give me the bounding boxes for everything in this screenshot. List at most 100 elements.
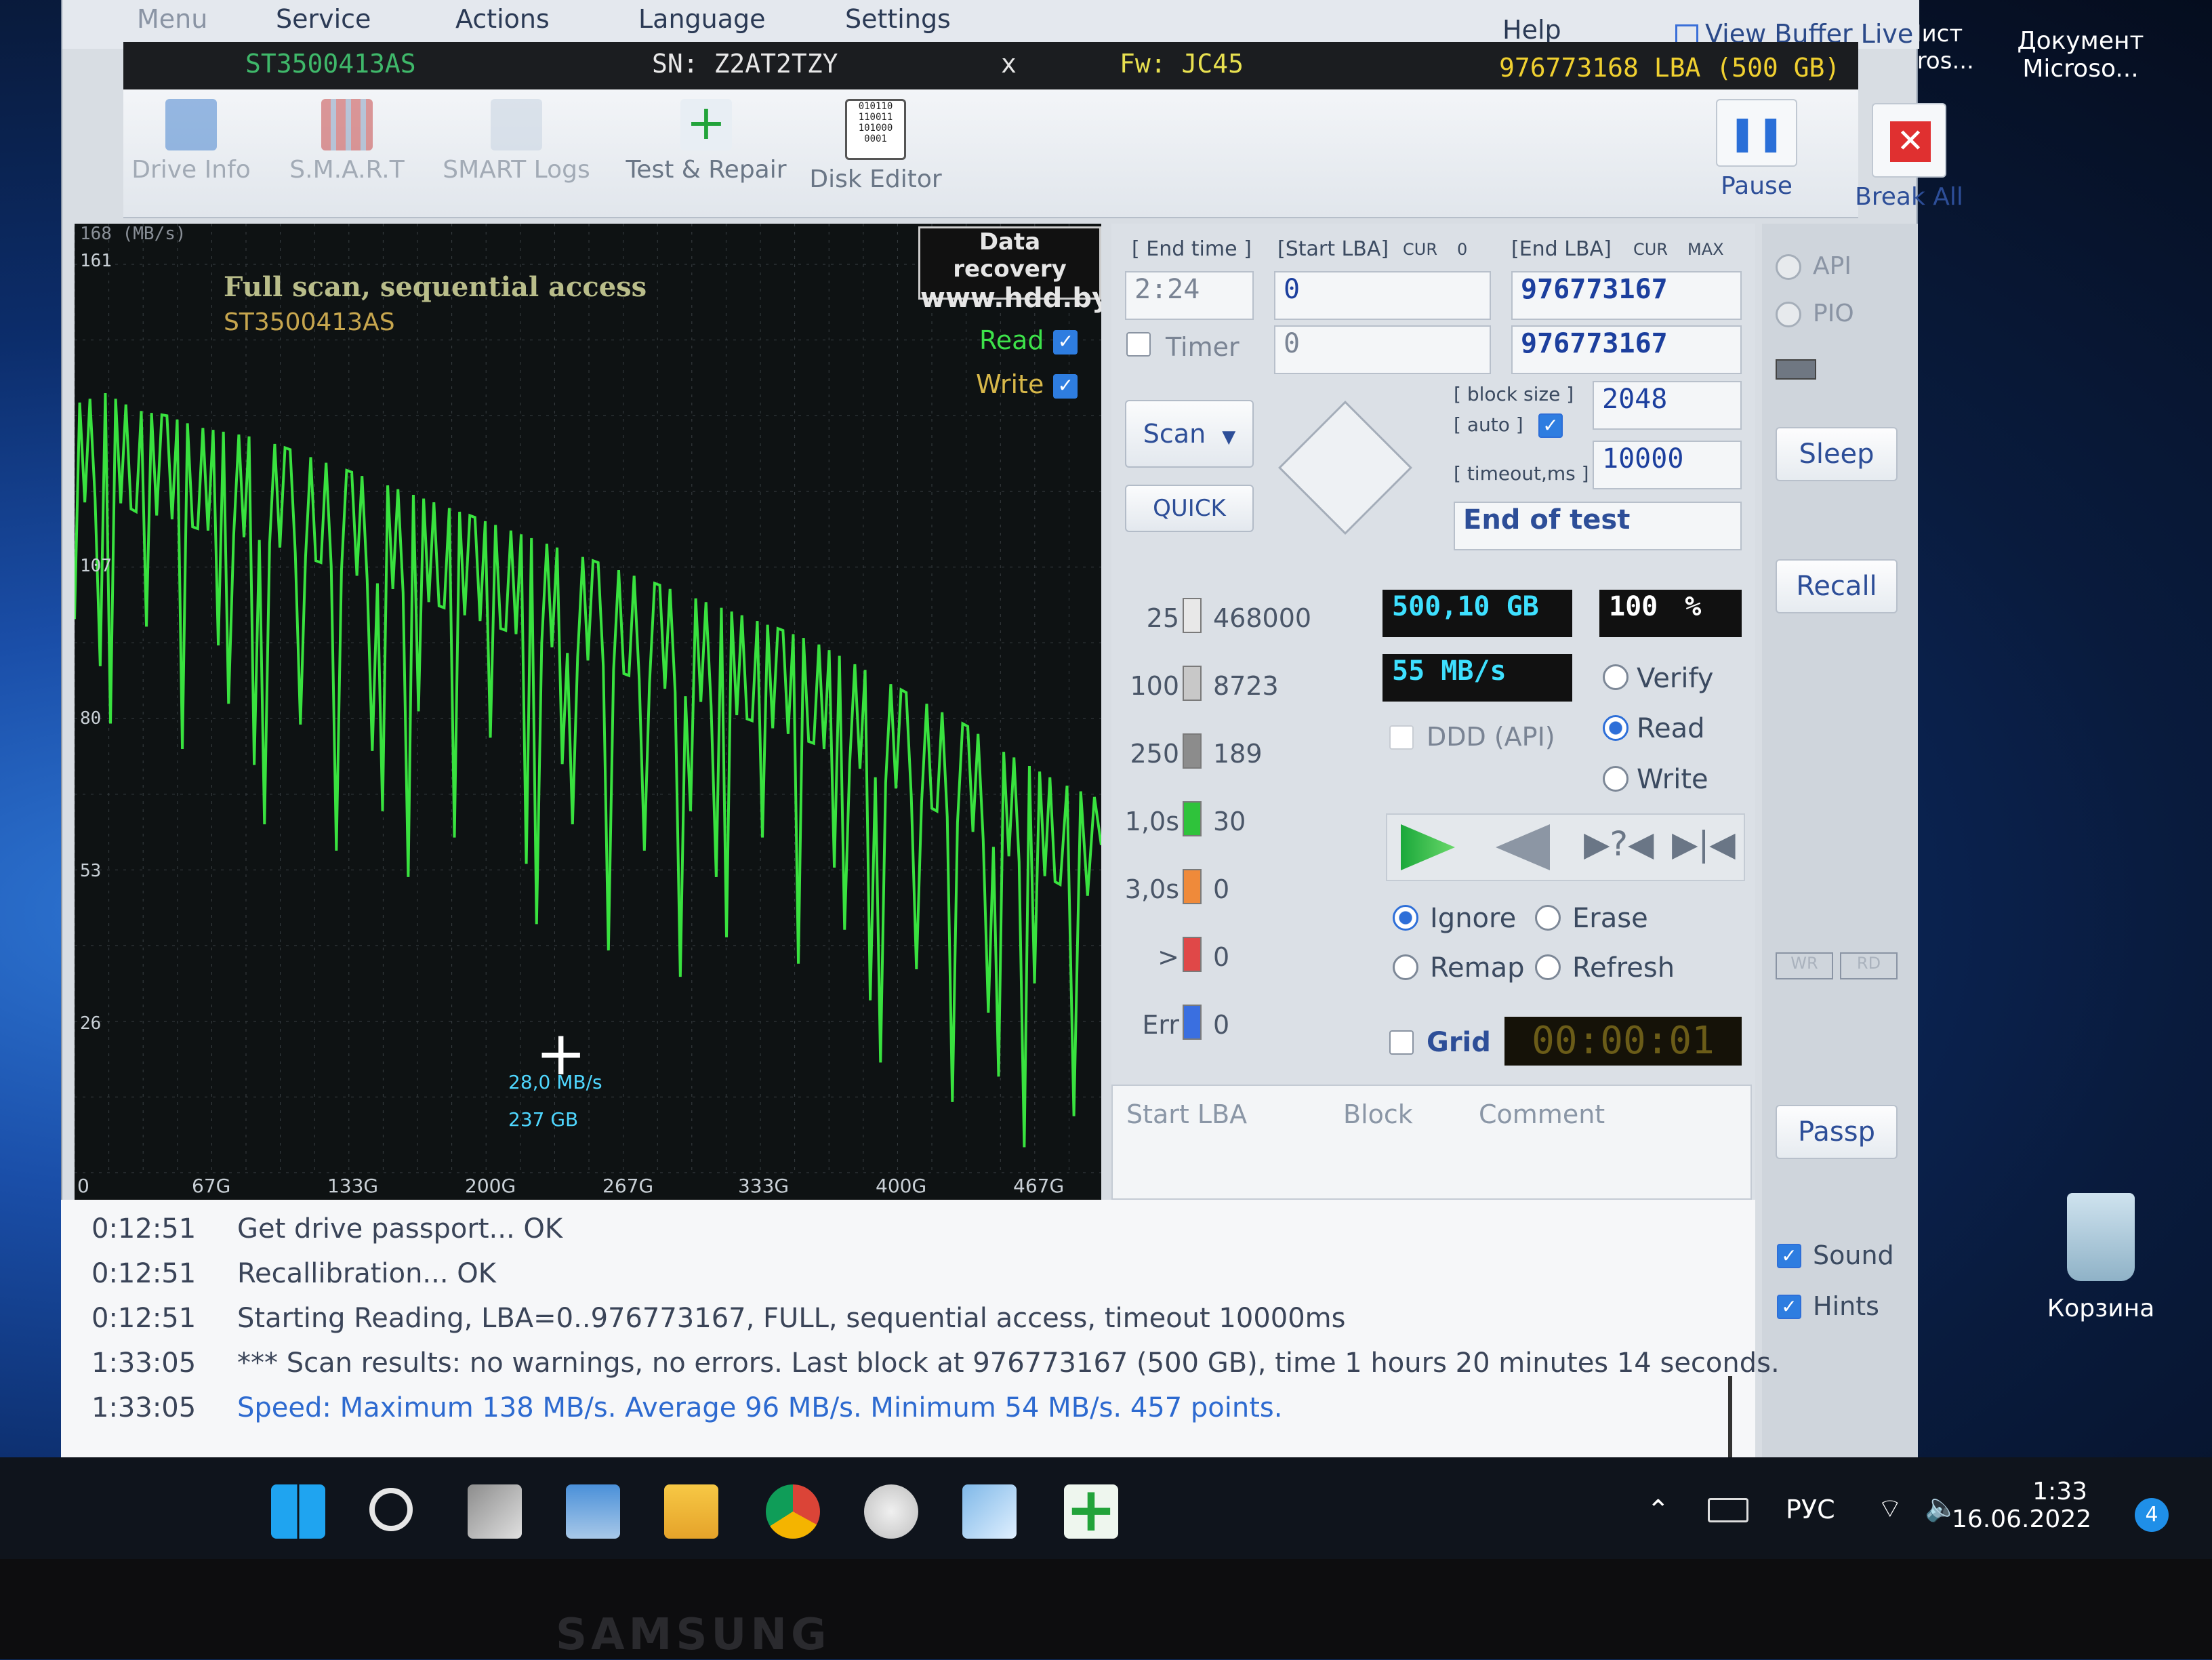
timeout-select[interactable]: 10000 xyxy=(1593,441,1742,489)
skip-end-icon[interactable]: ▶|◀ xyxy=(1672,824,1736,864)
end-time-label: [ End time ] xyxy=(1132,237,1252,261)
stat-color-box xyxy=(1183,801,1202,836)
file-explorer-icon[interactable] xyxy=(664,1484,718,1539)
read-radio[interactable] xyxy=(1603,715,1629,741)
menu-item-language[interactable]: Language xyxy=(638,4,766,34)
menu-item-settings[interactable]: Settings xyxy=(845,4,951,34)
table-header-comment[interactable]: Comment xyxy=(1479,1099,1605,1129)
disk-editor-button[interactable]: 010110 110011 101000 0001 Disk Editor xyxy=(801,89,950,218)
stat-count: 189 xyxy=(1213,739,1263,769)
legend-write[interactable]: Write ✓ xyxy=(976,369,1078,399)
stat-color-box xyxy=(1183,869,1202,904)
end-cur-button[interactable]: CUR xyxy=(1633,240,1668,259)
stat-count: 0 xyxy=(1213,942,1230,972)
app-icon-disk[interactable] xyxy=(864,1484,918,1539)
block-size-select[interactable]: 2048 xyxy=(1593,381,1742,430)
task-view-icon[interactable] xyxy=(468,1484,522,1539)
read-checkbox[interactable]: ✓ xyxy=(1053,329,1078,355)
y-tick-label: 26 xyxy=(80,1013,102,1034)
y-tick-label: 53 xyxy=(80,861,102,882)
desktop-icon-document[interactable]: Документ Microso... xyxy=(2013,27,2148,83)
end-of-test-select[interactable]: End of test xyxy=(1454,502,1742,550)
direction-pad[interactable] xyxy=(1278,401,1412,535)
back-icon[interactable] xyxy=(1496,824,1550,870)
end-time-field[interactable]: 2:24 xyxy=(1125,271,1254,320)
photos-app-icon[interactable] xyxy=(566,1484,620,1539)
scanned-size: 500,10 GB xyxy=(1382,590,1572,637)
x-tick-label: 333G xyxy=(737,1175,790,1197)
api-radio[interactable] xyxy=(1776,254,1801,280)
smart-icon xyxy=(321,99,373,150)
start-zero-button[interactable]: 0 xyxy=(1457,240,1467,259)
timeout-label: [ timeout,ms ] xyxy=(1454,462,1589,485)
auto-checkbox[interactable]: ✓ xyxy=(1538,413,1563,438)
victoria-taskbar-icon[interactable]: + xyxy=(1064,1480,1118,1541)
disk-editor-icon: 010110 110011 101000 0001 xyxy=(845,99,906,160)
grid-checkbox[interactable] xyxy=(1389,1030,1414,1055)
table-header-block[interactable]: Block xyxy=(1343,1099,1413,1129)
break-all-button[interactable]: ✕ Break All xyxy=(1851,89,1967,218)
start-lba-field[interactable]: 0 xyxy=(1274,271,1491,320)
pause-button[interactable]: ❚❚ Pause xyxy=(1696,89,1818,218)
remap-radio[interactable] xyxy=(1393,954,1418,980)
verify-radio[interactable] xyxy=(1603,664,1629,690)
refresh-radio[interactable] xyxy=(1535,954,1561,980)
drive-info-button[interactable]: Drive Info xyxy=(123,89,259,218)
quick-button[interactable]: QUICK xyxy=(1125,485,1254,532)
pio-radio[interactable] xyxy=(1776,302,1801,327)
event-log[interactable]: 0:12:51 Get drive passport... OK 0:12:51 Re… xyxy=(61,1200,1780,1471)
drive-firmware: Fw: JC45 xyxy=(1120,49,1244,79)
smart-button[interactable]: S.M.A.R.T xyxy=(272,89,422,218)
wifi-icon[interactable]: ⌔ xyxy=(1877,1491,1903,1525)
passport-button[interactable]: Passp xyxy=(1776,1105,1898,1159)
erase-radio[interactable] xyxy=(1535,905,1561,931)
end-lba-field[interactable]: 976773167 xyxy=(1511,271,1742,320)
timer-checkbox[interactable] xyxy=(1126,332,1151,357)
drive-model[interactable]: ST3500413AS xyxy=(245,49,416,79)
smart-logs-button[interactable]: SMART Logs xyxy=(435,89,598,218)
menu-item-actions[interactable]: Actions xyxy=(455,4,550,34)
legend-read[interactable]: Read ✓ xyxy=(979,325,1078,355)
keyboard-icon[interactable] xyxy=(1708,1498,1748,1522)
wr-indicator: WR xyxy=(1776,952,1833,979)
write-checkbox[interactable]: ✓ xyxy=(1053,373,1078,399)
ignore-radio[interactable] xyxy=(1393,905,1418,931)
close-drive-icon[interactable]: x xyxy=(1001,49,1017,79)
end-max-button[interactable]: MAX xyxy=(1687,240,1724,259)
write-radio[interactable] xyxy=(1603,766,1629,792)
playback-controls: ▶?◀ ▶|◀ xyxy=(1386,813,1745,881)
scan-button[interactable]: Scan ▼ xyxy=(1125,400,1254,468)
clock[interactable]: 1:33 16.06.2022 xyxy=(1952,1478,2091,1533)
chevron-up-icon[interactable]: ⌃ xyxy=(1647,1495,1670,1526)
rd-indicator: RD xyxy=(1840,952,1898,979)
play-icon[interactable] xyxy=(1401,824,1455,870)
menu-item-help[interactable]: Help xyxy=(1502,15,1561,45)
log-scrollbar[interactable] xyxy=(1728,1376,1732,1464)
chrome-icon[interactable] xyxy=(766,1484,820,1539)
start-cur-button[interactable]: CUR xyxy=(1403,240,1437,259)
menu-item-service[interactable]: Service xyxy=(276,4,371,34)
table-header-start-lba[interactable]: Start LBA xyxy=(1126,1099,1247,1129)
ddd-checkbox[interactable] xyxy=(1389,725,1414,750)
end-lba-field-2[interactable]: 976773167 xyxy=(1511,325,1742,374)
stat-label: 25 xyxy=(1146,603,1179,633)
skip-unknown-icon[interactable]: ▶?◀ xyxy=(1584,824,1654,864)
start-icon[interactable] xyxy=(271,1484,325,1539)
test-repair-button[interactable]: + Test & Repair xyxy=(618,89,794,218)
sound-checkbox[interactable]: ✓ xyxy=(1777,1244,1801,1268)
app-icon-notes[interactable] xyxy=(962,1484,1017,1539)
side-panel: API PIO Sleep Recall WR RD Passp ✓ Sound… xyxy=(1762,224,1918,1471)
recycle-bin[interactable]: Корзина xyxy=(2033,1193,2169,1322)
menu-item-menu[interactable]: Menu xyxy=(137,4,207,34)
notification-badge[interactable]: 4 xyxy=(2135,1498,2169,1532)
timer-field[interactable]: 0 xyxy=(1274,325,1491,374)
recall-button[interactable]: Recall xyxy=(1776,559,1898,613)
hints-checkbox[interactable]: ✓ xyxy=(1777,1295,1801,1319)
grid-label: Grid xyxy=(1427,1027,1491,1058)
language-indicator[interactable]: РУС xyxy=(1786,1495,1835,1524)
speed-graph[interactable]: 168 (MB/s) Full scan, sequential access … xyxy=(75,224,1101,1200)
sleep-button[interactable]: Sleep xyxy=(1776,427,1898,481)
search-icon[interactable] xyxy=(369,1488,413,1531)
log-time: 1:33:05 xyxy=(91,1392,197,1423)
graph-title: Full scan, sequential access xyxy=(224,271,647,303)
